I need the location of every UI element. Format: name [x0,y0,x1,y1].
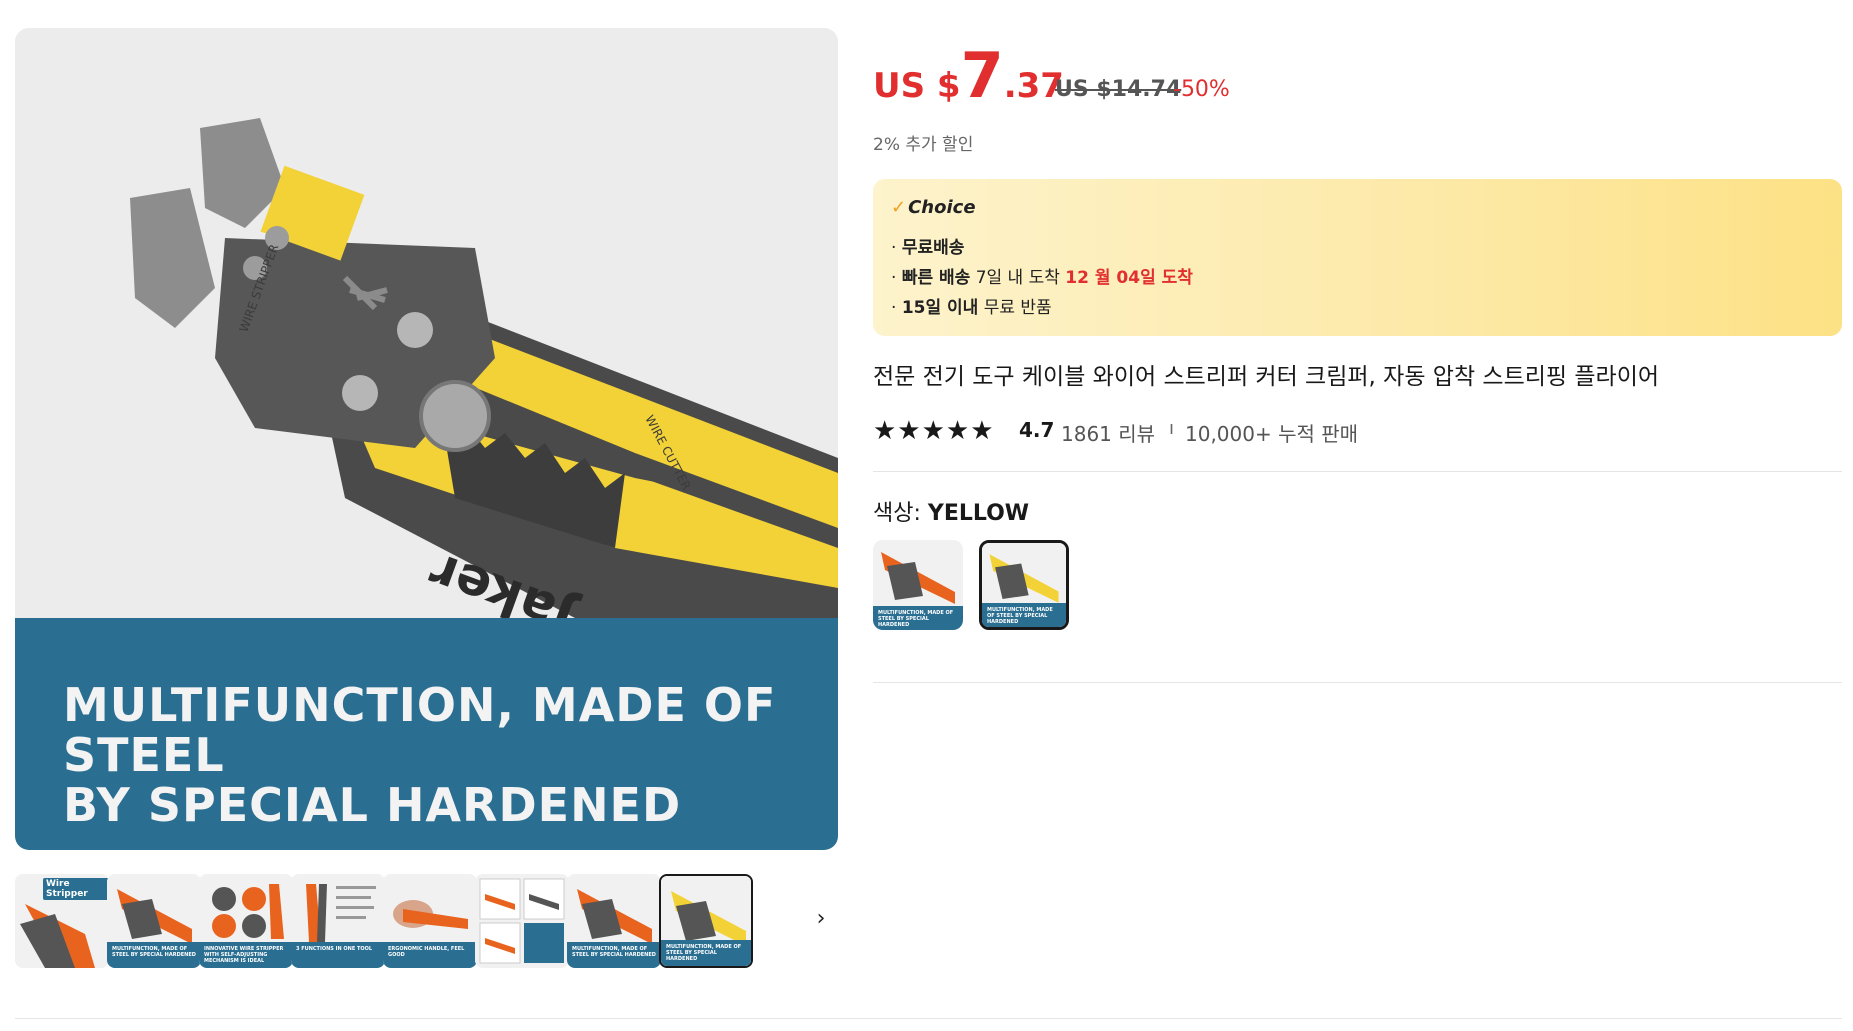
thumbnail-caption: MULTIFUNCTION, MADE OF STEEL BY SPECIAL … [107,942,201,968]
thumbnail-7[interactable]: MULTIFUNCTION, MADE OF STEEL BY SPECIAL … [567,874,661,968]
free-shipping-line: · 무료배송 [891,238,965,258]
thumbnail-3[interactable]: INNOVATIVE WIRE STRIPPER WITH SELF-ADJUS… [199,874,293,968]
divider [873,682,1842,683]
discount-badge: -50% [1173,77,1230,102]
review-count[interactable]: 1861 리뷰 [1061,418,1155,447]
thumbnail-5[interactable]: ERGONOMIC HANDLE, FEEL GOOD [383,874,477,968]
separator: ı [1169,418,1175,439]
thumbnail-6[interactable] [475,874,569,968]
thumbnail-caption: MULTIFUNCTION, MADE OF STEEL BY SPECIAL … [661,940,751,966]
thumbnail-caption: MULTIFUNCTION, MADE OF STEEL BY SPECIAL … [567,942,661,968]
divider [15,1018,1842,1019]
extra-discount: 2% 추가 할인 [873,135,974,155]
thumbnail-2[interactable]: MULTIFUNCTION, MADE OF STEEL BY SPECIAL … [107,874,201,968]
swatch-caption: MULTIFUNCTION, MADE OF STEEL BY SPECIAL … [982,603,1066,627]
chevron-right-icon[interactable]: › [810,908,832,930]
thumbnail-top-label: Wire Stripper [43,878,109,900]
main-product-image[interactable]: Jaker WIRE CUTTER WIRE STRIPPER MULTIFUN… [15,28,838,850]
star-rating-icon: ★★★★★ [873,416,995,446]
wire-stripper-photo: Jaker WIRE CUTTER WIRE STRIPPER [15,28,838,618]
main-image-banner: MULTIFUNCTION, MADE OF STEEL BY SPECIAL … [15,618,838,850]
thumbnail-caption: INNOVATIVE WIRE STRIPPER WITH SELF-ADJUS… [199,942,293,968]
thumbnail-1[interactable]: Wire Stripper [15,874,109,968]
sold-count: 10,000+ 누적 판매 [1185,422,1359,446]
delivery-date: 12 월 04일 도착 [1065,268,1193,288]
selected-color: YELLOW [927,501,1030,526]
thumbnail-4[interactable]: 3 FUNCTIONS IN ONE TOOL [291,874,385,968]
divider [873,471,1842,472]
check-icon: ✓ [891,197,907,218]
thumbnail-image [475,874,569,968]
price-currency: US $ [873,66,961,106]
thumbnail-caption: 3 FUNCTIONS IN ONE TOOL [291,942,385,968]
choice-logo: ✓ Choice [891,197,976,218]
choice-benefits-box[interactable]: ✓ Choice · 무료배송 · 빠른 배송 7일 내 도착 12 월 04일 … [873,179,1842,336]
current-price: US $7.37 [873,39,1064,112]
price-integer: 7 [960,39,1004,112]
banner-text: MULTIFUNCTION, MADE OF STEEL BY SPECIAL … [63,678,777,832]
product-title: 전문 전기 도구 케이블 와이어 스트리퍼 커터 크림퍼, 자동 압착 스트리핑… [873,364,1660,390]
thumbnail-caption: ERGONOMIC HANDLE, FEEL GOOD [383,942,477,968]
color-label: 색상: YELLOW [873,501,1030,526]
color-swatch-orange[interactable]: MULTIFUNCTION, MADE OF STEEL BY SPECIAL … [873,540,963,630]
original-price: US $14.74 [1055,77,1182,102]
color-swatch-yellow[interactable]: MULTIFUNCTION, MADE OF STEEL BY SPECIAL … [979,540,1069,630]
rating-value: 4.7 [1019,418,1055,442]
free-return-line: · 15일 이내 무료 반품 [891,298,1052,318]
fast-delivery-line: · 빠른 배송 7일 내 도착 12 월 04일 도착 [891,268,1193,288]
thumbnail-8[interactable]: MULTIFUNCTION, MADE OF STEEL BY SPECIAL … [659,874,753,968]
swatch-caption: MULTIFUNCTION, MADE OF STEEL BY SPECIAL … [873,606,963,630]
thumbnail-strip: Wire Stripper MULTIFUNCTION, MADE OF STE… [15,874,835,970]
